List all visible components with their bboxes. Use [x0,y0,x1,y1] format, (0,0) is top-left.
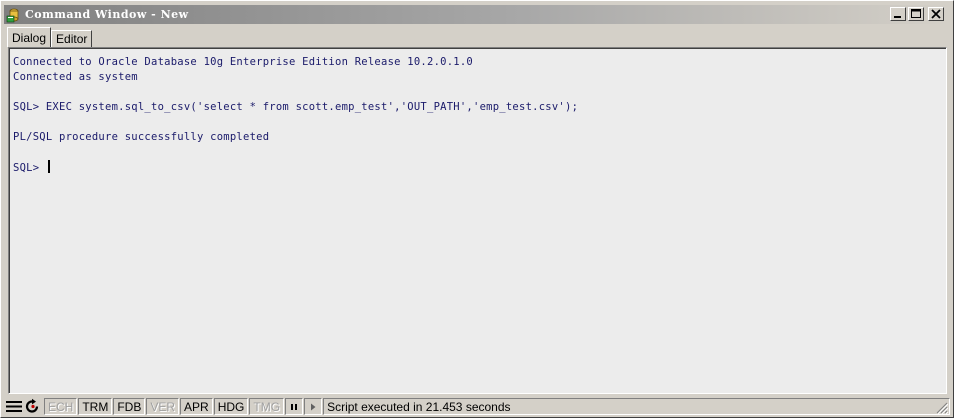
app-icon [6,7,22,23]
sql-prompt: SQL> [13,162,46,174]
refresh-icon[interactable] [24,398,44,415]
tab-strip: Dialog Editor [7,27,93,47]
console-output[interactable]: Connected to Oracle Database 10g Enterpr… [13,55,942,175]
status-bar: ECH TRM FDB VER APR HDG TMG Script execu… [4,397,950,416]
indicator-ver[interactable]: VER [146,398,180,415]
maximize-button[interactable] [908,7,924,21]
close-button[interactable] [928,7,944,21]
console-line: PL/SQL procedure successfully completed [13,131,270,143]
title-controls [890,7,944,21]
play-button[interactable] [304,398,323,415]
status-message: Script executed in 21.453 seconds [323,398,950,415]
console-line: SQL> EXEC system.sql_to_csv('select * fr… [13,101,579,113]
minimize-button[interactable] [890,7,906,21]
tab-editor[interactable]: Editor [51,30,93,47]
tab-editor-label: Editor [56,32,88,46]
indicator-hdg[interactable]: HDG [213,398,249,415]
pause-icon [291,403,298,410]
console-prompt-line[interactable]: SQL> [13,160,942,175]
title-bar[interactable]: Command Window - New [4,5,950,24]
pause-button[interactable] [285,398,304,415]
text-cursor [47,160,50,173]
close-icon [931,9,941,19]
indicator-ech[interactable]: ECH [44,398,78,415]
minimize-icon [894,16,901,18]
console-line: Connected to Oracle Database 10g Enterpr… [13,56,474,68]
window-title: Command Window - New [25,8,189,21]
tab-dialog-label: Dialog [12,30,47,45]
console-line: Connected as system [13,71,138,83]
indicator-fdb[interactable]: FDB [113,398,146,415]
command-window: Command Window - New Dialog Editor Conne… [0,0,954,418]
indicator-apr[interactable]: APR [180,398,213,415]
resize-grip-icon[interactable] [936,402,948,414]
menu-lines-icon[interactable] [4,398,24,415]
play-icon [311,403,316,410]
output-pane-inner: Connected to Oracle Database 10g Enterpr… [9,48,946,393]
output-pane[interactable]: Connected to Oracle Database 10g Enterpr… [8,47,947,394]
tab-dialog[interactable]: Dialog [7,27,52,47]
maximize-icon [911,9,921,18]
indicator-trm[interactable]: TRM [78,398,113,415]
indicator-tmg[interactable]: TMG [249,398,285,415]
